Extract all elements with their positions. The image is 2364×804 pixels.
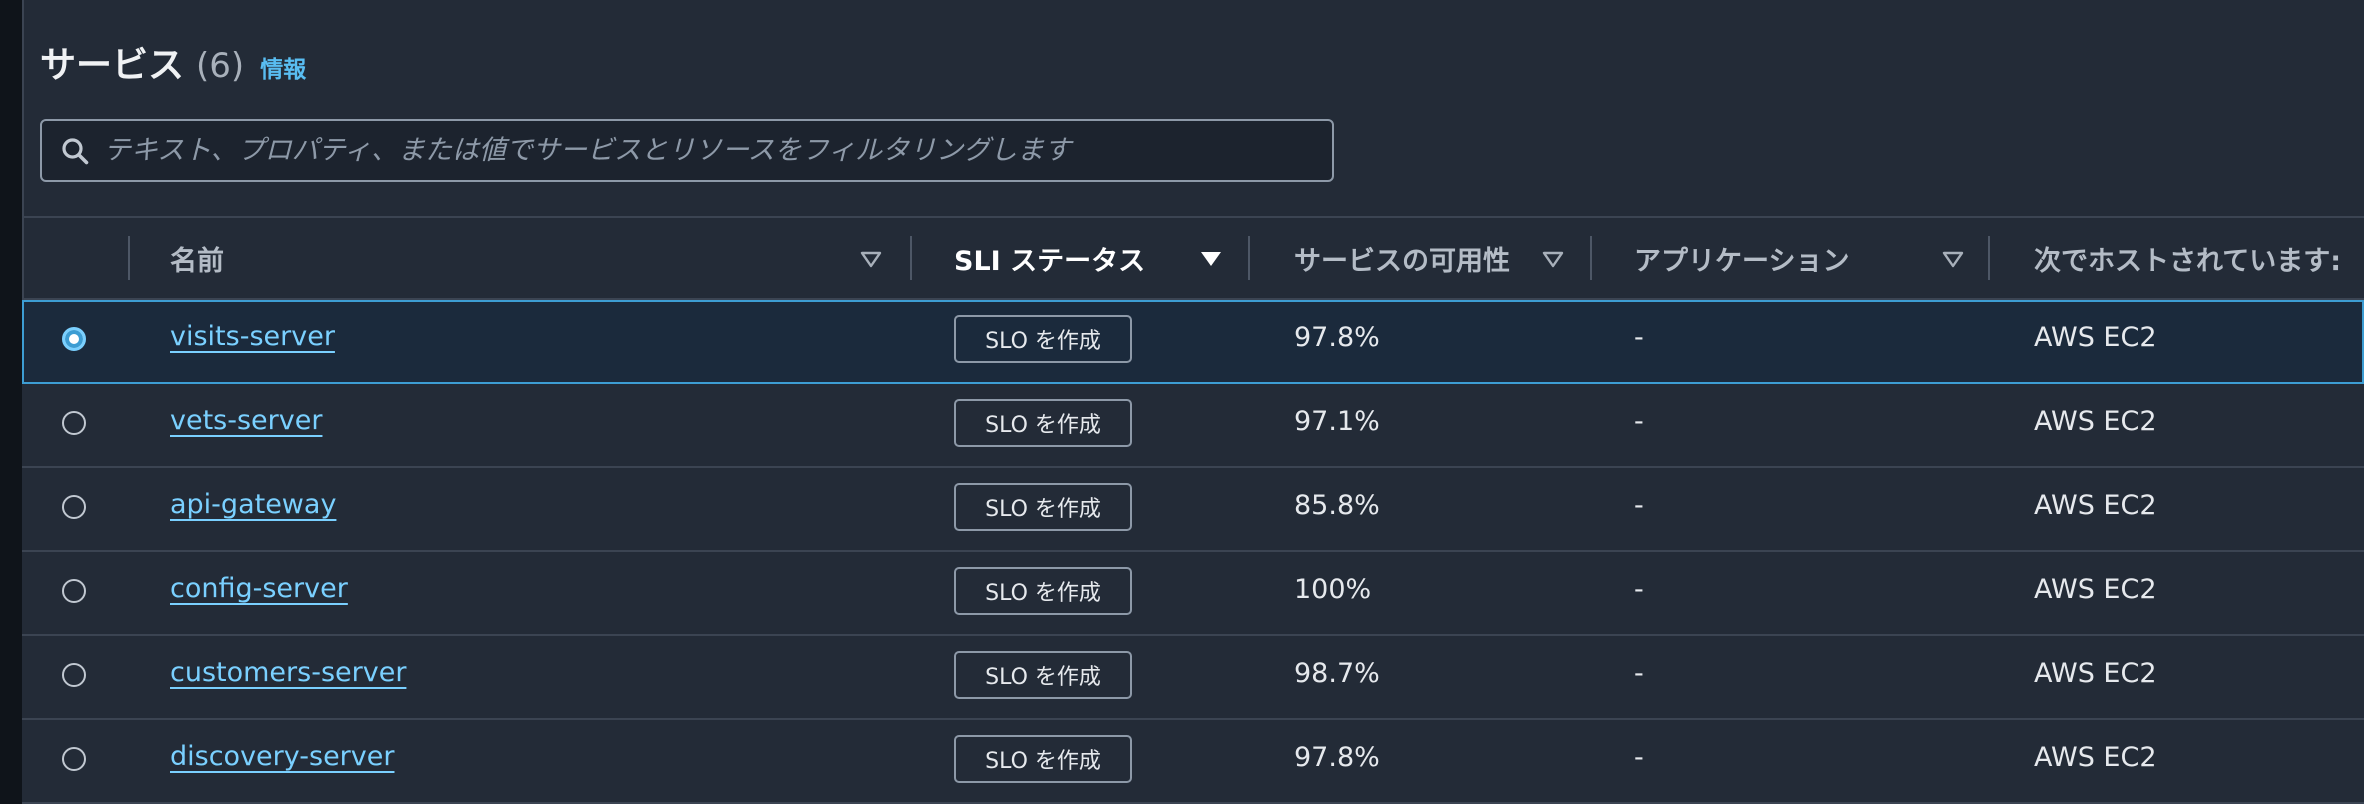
left-edge-strip xyxy=(0,0,22,796)
create-slo-button[interactable]: SLO を作成 xyxy=(954,315,1132,363)
availability-value: 85.8% xyxy=(1294,490,1380,521)
row-select-radio[interactable] xyxy=(62,411,86,435)
column-divider[interactable] xyxy=(1248,236,1250,280)
column-divider xyxy=(128,236,130,280)
sort-caret-icon[interactable] xyxy=(1540,245,1566,271)
application-value: - xyxy=(1634,658,1644,689)
application-value: - xyxy=(1634,574,1644,605)
table-row[interactable]: customers-server SLO を作成 98.7% - AWS EC2 xyxy=(22,636,2364,720)
row-select-radio[interactable] xyxy=(62,495,86,519)
create-slo-button[interactable]: SLO を作成 xyxy=(954,399,1132,447)
row-select-radio[interactable] xyxy=(62,579,86,603)
services-table: 名前 SLI ステータス サービスの可用性 アプリケーション 次でホストされてい… xyxy=(22,216,2364,804)
hosted-on-value: AWS EC2 xyxy=(2034,322,2157,353)
availability-value: 97.8% xyxy=(1294,742,1380,773)
column-header-hosted-on[interactable]: 次でホストされています: xyxy=(2034,218,2341,298)
application-value: - xyxy=(1634,490,1644,521)
create-slo-button[interactable]: SLO を作成 xyxy=(954,651,1132,699)
info-link[interactable]: 情報 xyxy=(260,50,306,84)
create-slo-button[interactable]: SLO を作成 xyxy=(954,567,1132,615)
availability-value: 100% xyxy=(1294,574,1372,605)
hosted-on-value: AWS EC2 xyxy=(2034,742,2157,773)
application-value: - xyxy=(1634,322,1644,353)
availability-value: 97.8% xyxy=(1294,322,1380,353)
table-row[interactable]: visits-server SLO を作成 97.8% - AWS EC2 xyxy=(22,300,2364,384)
service-name-link[interactable]: api-gateway xyxy=(170,489,336,520)
search-input[interactable] xyxy=(92,120,1332,181)
hosted-on-value: AWS EC2 xyxy=(2034,490,2157,521)
search-box[interactable] xyxy=(40,119,1334,182)
availability-value: 98.7% xyxy=(1294,658,1380,689)
column-divider[interactable] xyxy=(1590,236,1592,280)
row-select-radio[interactable] xyxy=(62,747,86,771)
row-select-radio[interactable] xyxy=(62,663,86,687)
row-select-radio[interactable] xyxy=(62,327,86,351)
service-name-link[interactable]: config-server xyxy=(170,573,348,604)
column-header-sli-status[interactable]: SLI ステータス xyxy=(954,218,1145,298)
application-value: - xyxy=(1634,742,1644,773)
column-header-name[interactable]: 名前 xyxy=(170,218,224,298)
hosted-on-value: AWS EC2 xyxy=(2034,406,2157,437)
table-row[interactable]: discovery-server SLO を作成 97.8% - AWS EC2 xyxy=(22,720,2364,804)
table-row[interactable]: config-server SLO を作成 100% - AWS EC2 xyxy=(22,552,2364,636)
column-divider[interactable] xyxy=(1988,236,1990,280)
table-header-row: 名前 SLI ステータス サービスの可用性 アプリケーション 次でホストされてい… xyxy=(22,218,2364,300)
column-header-availability[interactable]: サービスの可用性 xyxy=(1294,218,1510,298)
create-slo-button[interactable]: SLO を作成 xyxy=(954,735,1132,783)
sort-caret-active-icon[interactable] xyxy=(1198,245,1224,271)
sort-caret-icon[interactable] xyxy=(858,245,884,271)
column-header-application[interactable]: アプリケーション xyxy=(1634,218,1849,298)
column-divider[interactable] xyxy=(910,236,912,280)
service-name-link[interactable]: discovery-server xyxy=(170,741,394,772)
availability-value: 97.1% xyxy=(1294,406,1380,437)
hosted-on-value: AWS EC2 xyxy=(2034,658,2157,689)
table-row[interactable]: vets-server SLO を作成 97.1% - AWS EC2 xyxy=(22,384,2364,468)
service-name-link[interactable]: vets-server xyxy=(170,405,322,436)
application-value: - xyxy=(1634,406,1644,437)
search-icon xyxy=(58,134,92,168)
service-count: (6) xyxy=(196,46,245,86)
service-name-link[interactable]: visits-server xyxy=(170,321,335,352)
service-name-link[interactable]: customers-server xyxy=(170,657,406,688)
services-header: サービス (6) 情報 xyxy=(40,36,306,88)
hosted-on-value: AWS EC2 xyxy=(2034,574,2157,605)
sort-caret-icon[interactable] xyxy=(1940,245,1966,271)
page-title: サービス xyxy=(40,45,185,86)
table-row[interactable]: api-gateway SLO を作成 85.8% - AWS EC2 xyxy=(22,468,2364,552)
create-slo-button[interactable]: SLO を作成 xyxy=(954,483,1132,531)
